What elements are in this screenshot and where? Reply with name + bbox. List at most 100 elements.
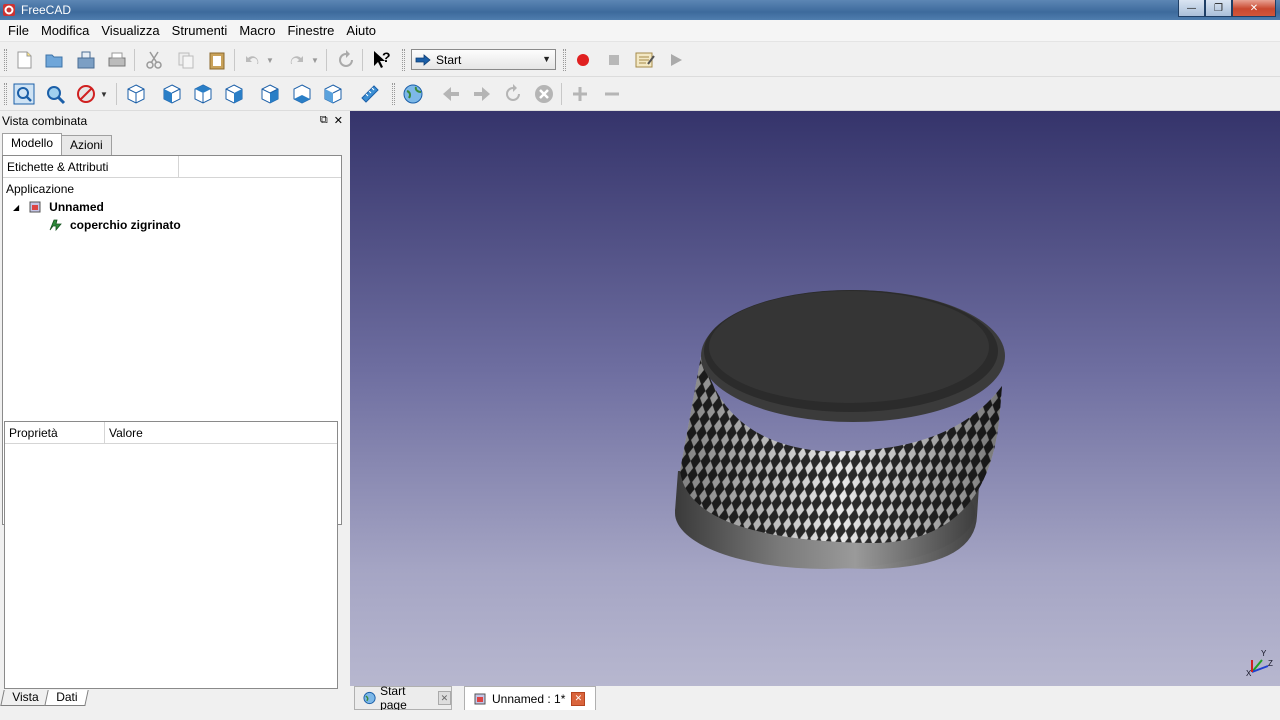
close-panel-icon[interactable]: ✕ — [334, 114, 343, 127]
tab-vista-label: Vista — [12, 690, 39, 704]
tab-vista[interactable]: Vista — [0, 690, 51, 706]
minimize-button[interactable]: — — [1178, 0, 1205, 17]
new-file-icon — [17, 51, 32, 69]
tab-modello[interactable]: Modello — [2, 133, 63, 155]
paste-button[interactable] — [205, 48, 229, 72]
view-top-button[interactable] — [191, 82, 215, 106]
redo-button[interactable] — [285, 48, 309, 72]
menu-aiuto[interactable]: Aiuto — [340, 23, 382, 38]
help-question-mark: ? — [382, 49, 391, 65]
view-bottom-button[interactable] — [290, 82, 314, 106]
toolbar-grip[interactable] — [4, 83, 7, 105]
combo-view-panel: Vista combinata ⧉ ✕ Modello Azioni Etich… — [0, 111, 349, 708]
menu-finestre[interactable]: Finestre — [281, 23, 340, 38]
minus-icon — [605, 92, 619, 96]
stop-circle-icon — [535, 85, 553, 103]
property-column-header[interactable]: Proprietà — [5, 421, 105, 444]
knurled-cap-model[interactable] — [350, 111, 1280, 686]
menu-modifica[interactable]: Modifica — [35, 23, 95, 38]
printer-icon — [108, 52, 126, 67]
print-button[interactable] — [105, 48, 129, 72]
collapse-arrow-icon[interactable]: ◢ — [13, 203, 19, 212]
axis-z-label: Z — [1268, 659, 1273, 668]
close-tab-icon[interactable]: ✕ — [571, 691, 586, 706]
view-front-button[interactable] — [160, 82, 184, 106]
document-label: Unnamed — [49, 200, 104, 214]
menu-visualizza[interactable]: Visualizza — [95, 23, 165, 38]
3d-viewport[interactable]: X Y Z — [350, 111, 1280, 686]
view-isometric-button[interactable] — [124, 82, 148, 106]
zoom-out-button[interactable] — [600, 82, 624, 106]
cube-left-icon — [324, 84, 342, 104]
forward-button[interactable] — [470, 82, 494, 106]
refresh-button[interactable] — [334, 48, 358, 72]
value-column-header[interactable]: Valore — [105, 426, 143, 440]
draw-style-dropdown[interactable]: ▼ — [97, 82, 111, 106]
fit-selection-icon — [47, 86, 66, 105]
fit-all-button[interactable] — [12, 82, 36, 106]
save-button[interactable] — [74, 48, 98, 72]
whats-this-button[interactable]: ? — [370, 48, 394, 72]
web-home-button[interactable] — [401, 82, 425, 106]
view-rear-button[interactable] — [258, 82, 282, 106]
cube-front-icon — [163, 84, 181, 104]
maximize-button[interactable]: ❐ — [1205, 0, 1232, 17]
measure-button[interactable] — [358, 82, 382, 106]
close-tab-icon[interactable]: ✕ — [437, 691, 451, 705]
back-button[interactable] — [439, 82, 463, 106]
panel-title: Vista combinata — [2, 114, 88, 128]
cut-button[interactable] — [142, 48, 166, 72]
tree-item-document[interactable]: ◢ Unnamed — [6, 198, 341, 216]
toolbar-grip[interactable] — [4, 49, 7, 71]
view-toolbar: ▼ — [0, 77, 1280, 111]
record-icon — [577, 54, 589, 66]
axis-x-label: X — [1246, 669, 1252, 676]
tab-dati-label: Dati — [56, 690, 79, 704]
globe-icon — [363, 691, 376, 705]
undo-icon — [246, 56, 259, 64]
toolbar-grip[interactable] — [563, 49, 566, 71]
close-button[interactable]: ✕ — [1232, 0, 1276, 17]
new-document-button[interactable] — [12, 48, 36, 72]
undo-dropdown[interactable]: ▼ — [263, 48, 277, 72]
tree-root-label: Applicazione — [6, 182, 75, 196]
workbench-selector[interactable]: Start ▼ — [411, 49, 556, 70]
view-left-button[interactable] — [321, 82, 345, 106]
window-controls: — ❐ ✕ — [1178, 0, 1276, 17]
window-title: FreeCAD — [21, 3, 72, 17]
cube-isometric-icon — [127, 84, 145, 104]
tab-azioni[interactable]: Azioni — [61, 135, 112, 155]
menu-file[interactable]: File — [2, 23, 35, 38]
tab-unnamed[interactable]: Unnamed : 1* ✕ — [464, 686, 596, 710]
zoom-in-button[interactable] — [568, 82, 592, 106]
macro-stop-button[interactable] — [602, 48, 626, 72]
redo-icon — [290, 56, 303, 64]
redo-dropdown[interactable]: ▼ — [308, 48, 322, 72]
toolbar-grip[interactable] — [392, 83, 395, 105]
open-button[interactable] — [42, 48, 66, 72]
view-right-button[interactable] — [222, 82, 246, 106]
draw-style-button[interactable] — [74, 82, 98, 106]
scissors-icon — [146, 51, 162, 69]
globe-icon — [403, 84, 423, 104]
stop-loading-button[interactable] — [532, 82, 556, 106]
float-panel-icon[interactable]: ⧉ — [320, 114, 328, 127]
tab-start-page[interactable]: Start page ✕ — [354, 684, 452, 712]
arrow-right-icon — [474, 87, 490, 101]
tree-column-labels[interactable]: Etichette & Attributi — [3, 155, 179, 178]
copy-button[interactable] — [174, 48, 198, 72]
reload-button[interactable] — [501, 82, 525, 106]
macro-record-button[interactable] — [571, 48, 595, 72]
property-editor: Proprietà Valore — [4, 421, 338, 689]
menu-macro[interactable]: Macro — [233, 23, 281, 38]
macro-edit-icon — [635, 52, 655, 68]
tree-item-object[interactable]: coperchio zigrinato — [6, 216, 341, 234]
macro-edit-button[interactable] — [633, 48, 657, 72]
fit-selection-button[interactable] — [43, 82, 67, 106]
toolbar-grip[interactable] — [402, 49, 405, 71]
main-toolbar: ▼ ▼ ? Start ▼ — [0, 43, 1280, 77]
menu-strumenti[interactable]: Strumenti — [166, 23, 234, 38]
tab-dati[interactable]: Dati — [44, 690, 90, 706]
undo-button[interactable] — [240, 48, 264, 72]
macro-execute-button[interactable] — [664, 48, 688, 72]
